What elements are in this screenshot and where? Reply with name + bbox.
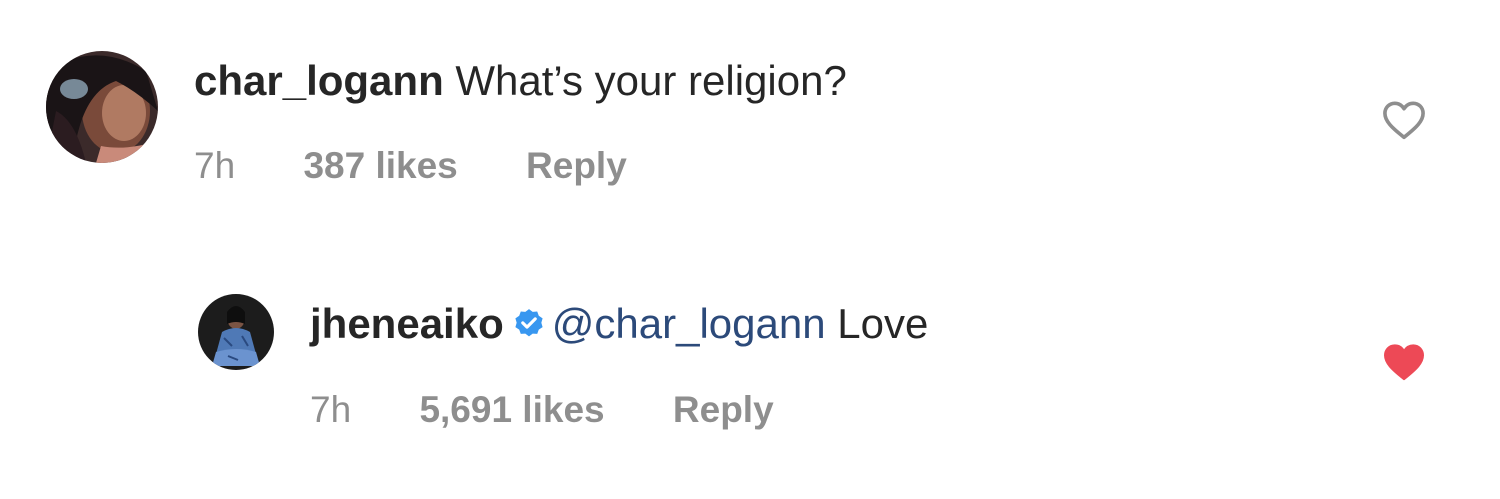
username[interactable]: char_logann [194,57,444,104]
avatar-image [198,294,274,370]
heart-filled-icon[interactable] [1382,342,1426,382]
avatar-image [46,51,158,163]
reply-button[interactable]: Reply [526,147,627,184]
comment-text-line: char_logann What’s your religion? [194,60,847,102]
avatar[interactable] [46,51,158,163]
avatar[interactable] [198,294,274,370]
comment-text-line: jheneaiko @char_logann Love [310,303,928,345]
timestamp: 7h [194,145,236,186]
comment-meta: 7h 387 likes Reply [194,147,627,184]
comment-text: Love [837,300,929,347]
username[interactable]: jheneaiko [310,300,504,347]
comment-text: What’s your religion? [455,57,847,104]
timestamp: 7h [310,389,352,430]
comment-meta: 7h 5,691 likes Reply [310,391,774,428]
verified-badge-icon [512,307,546,341]
likes-count[interactable]: 5,691 likes [419,391,604,428]
heart-outline-icon[interactable] [1382,100,1426,140]
reply-button[interactable]: Reply [673,391,774,428]
mention-link[interactable]: @char_logann [552,300,826,347]
likes-count[interactable]: 387 likes [303,147,457,184]
